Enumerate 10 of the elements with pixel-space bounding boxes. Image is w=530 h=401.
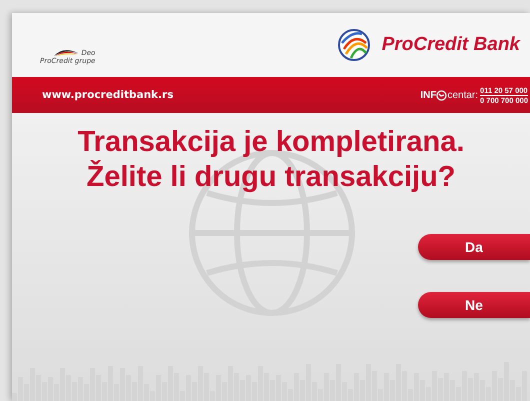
answer-button[interactable]: Ne [418,292,530,318]
answer-button[interactable]: Da [418,234,530,260]
bank-name: ProCredit Bank [382,34,520,56]
globe-logo-icon [338,29,370,61]
info-label: INF [420,90,436,100]
info-label: centar: [447,90,478,100]
message-text: Želite li drugu transakciju? [86,160,456,195]
website-url: www.procreditbank.rs [42,89,174,101]
flag-swoosh-icon [53,48,80,56]
message-text: Transakcija je kompletirana. [78,125,464,160]
